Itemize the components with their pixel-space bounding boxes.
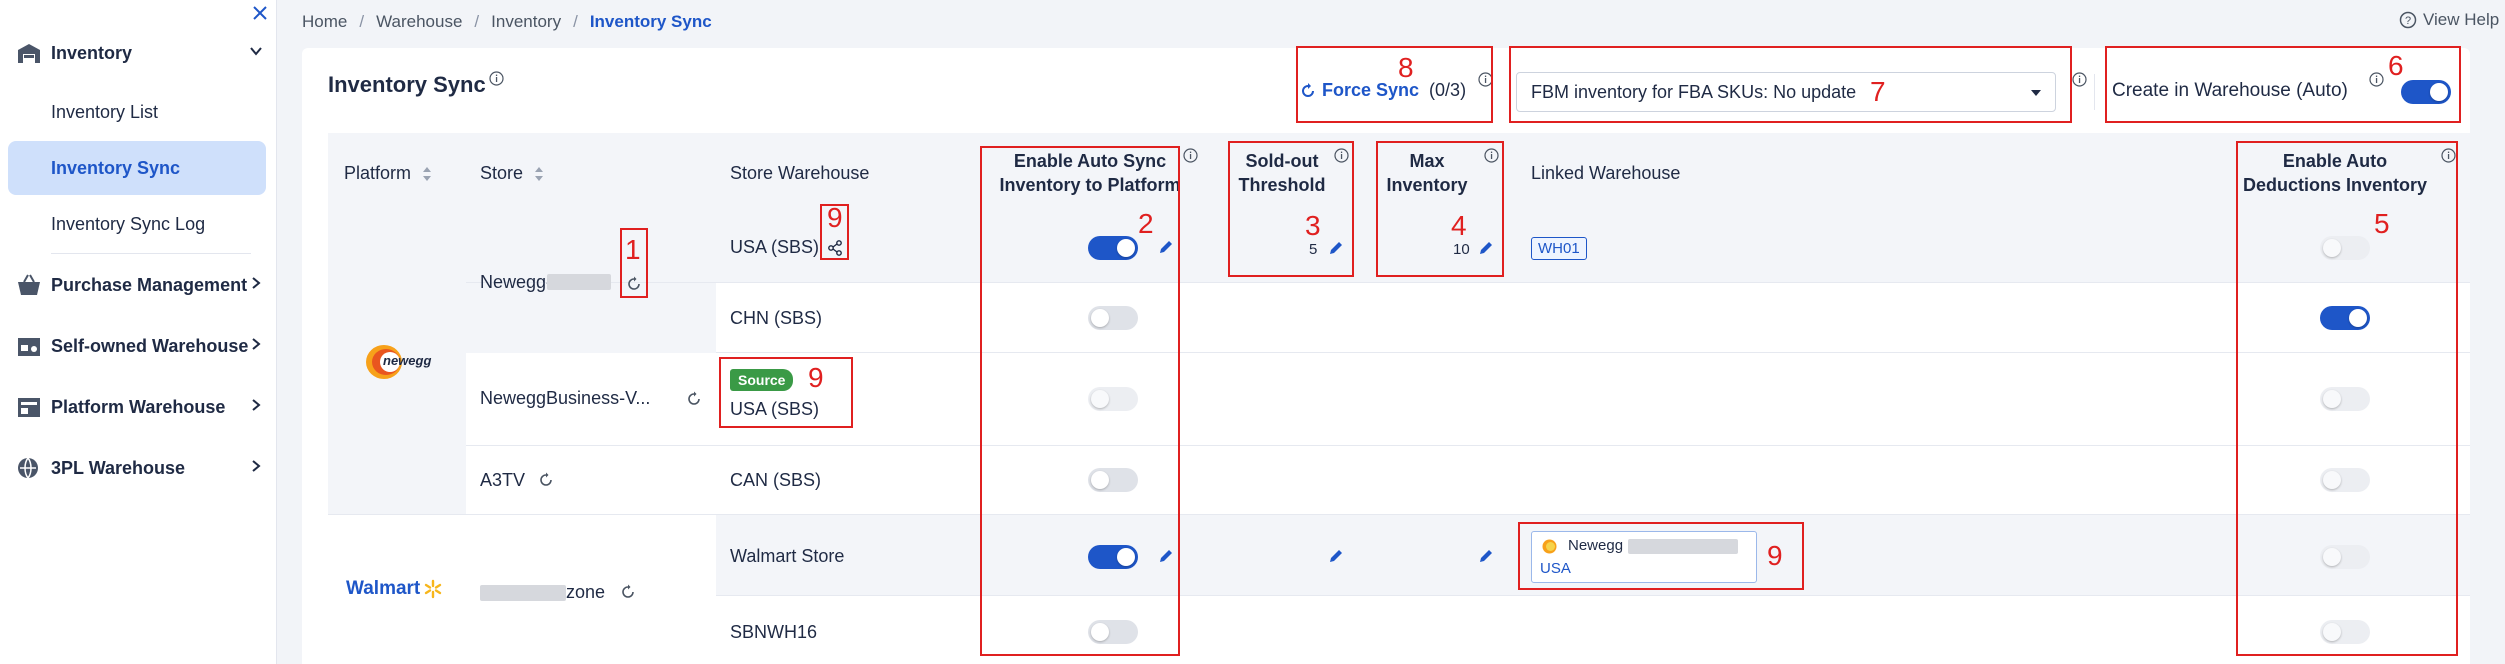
nav-group-purchase[interactable]: Purchase Management <box>0 260 277 310</box>
masked-text <box>480 585 566 601</box>
chevron-down-icon <box>250 47 262 56</box>
sort-icon[interactable] <box>534 166 544 182</box>
view-help-label: View Help <box>2423 10 2500 29</box>
info-icon[interactable] <box>2072 72 2087 87</box>
annotation-number: 8 <box>1398 52 1414 83</box>
refresh-icon[interactable] <box>538 472 554 488</box>
breadcrumb: Home / Warehouse / Inventory / Inventory… <box>302 12 712 32</box>
store-name: zone <box>566 582 606 602</box>
info-icon[interactable] <box>489 71 504 86</box>
nav-group-label: Inventory <box>51 42 133 63</box>
chevron-right-icon <box>252 399 261 411</box>
store-warehouse: Walmart Store <box>730 546 845 566</box>
divider <box>51 253 251 254</box>
info-icon[interactable] <box>1183 148 1198 163</box>
annotation-number: 9 <box>1767 540 1783 571</box>
annotation-number: 7 <box>1870 76 1886 107</box>
sidebar: Inventory Inventory List Inventory Sync … <box>0 0 277 664</box>
annotation-number: 3 <box>1305 210 1321 241</box>
breadcrumb-separator: / <box>474 12 480 31</box>
sidebar-item-inventory-sync-log[interactable]: Inventory Sync Log <box>8 197 266 251</box>
page-title: Inventory Sync <box>328 72 486 97</box>
view-help-link[interactable]: ? View Help <box>2399 10 2499 30</box>
nav-group-label: Purchase Management <box>51 274 248 295</box>
walmart-spark-icon <box>425 579 442 599</box>
annotation-box <box>1376 141 1504 277</box>
store-name: Newegg- <box>480 272 553 292</box>
refresh-icon[interactable] <box>686 391 702 407</box>
breadcrumb-inventory[interactable]: Inventory <box>491 12 561 32</box>
chevron-right-icon <box>252 460 261 472</box>
annotation-number: 4 <box>1451 210 1467 241</box>
walmart-wordmark: Walmart <box>346 578 421 599</box>
store-icon <box>18 338 40 356</box>
nav-group-inventory[interactable]: Inventory <box>0 28 277 78</box>
store-warehouse: CHN (SBS) <box>730 308 823 328</box>
breadcrumb-current: Inventory Sync <box>589 12 712 31</box>
sidebar-item-inventory-sync[interactable]: Inventory Sync <box>8 141 266 195</box>
close-icon[interactable] <box>252 5 268 21</box>
globe-icon <box>18 457 38 479</box>
annotation-box <box>1228 141 1354 277</box>
annotation-number: 5 <box>2374 208 2390 239</box>
annotation-box <box>2105 46 2461 123</box>
sidebar-item-inventory-list[interactable]: Inventory List <box>8 85 266 139</box>
column-header-store-warehouse: Store Warehouse <box>730 163 870 183</box>
nav-group-3pl[interactable]: 3PL Warehouse <box>0 443 277 493</box>
breadcrumb-separator: / <box>573 12 578 31</box>
store-warehouse: SBNWH16 <box>730 622 818 642</box>
annotation-number: 6 <box>2388 50 2404 81</box>
masked-text <box>547 274 611 290</box>
breadcrumb-home[interactable]: Home <box>302 12 347 32</box>
annotation-number: 9 <box>827 202 843 233</box>
annotation-box <box>1296 46 1493 123</box>
chevron-right-icon <box>252 277 261 289</box>
store-warehouse: CAN (SBS) <box>730 470 822 490</box>
annotation-box <box>1518 522 1804 590</box>
edit-pencil-icon[interactable] <box>1478 548 1494 564</box>
divider <box>2094 74 2095 110</box>
nav-group-platform[interactable]: Platform Warehouse <box>0 382 277 432</box>
newegg-logo: newegg <box>356 342 436 382</box>
annotation-number: 2 <box>1138 208 1154 239</box>
chevron-right-icon <box>252 338 261 350</box>
breadcrumb-separator: / <box>359 12 365 31</box>
annotation-box <box>1509 46 2072 123</box>
nav-group-self-owned[interactable]: Self-owned Warehouse <box>0 321 277 371</box>
nav-group-label: Platform Warehouse <box>51 396 226 417</box>
svg-text:?: ? <box>2405 15 2411 27</box>
platform-icon <box>18 398 40 417</box>
store-name: A3TV <box>480 470 526 490</box>
store-warehouse: USA (SBS) <box>730 237 820 257</box>
annotation-number: 9 <box>808 362 824 393</box>
help-icon: ? <box>2399 11 2417 29</box>
store-name: NeweggBusiness-V... <box>480 388 651 408</box>
refresh-icon[interactable] <box>620 584 636 600</box>
newegg-wordmark: newegg <box>383 353 432 368</box>
warehouse-icon <box>18 44 40 63</box>
annotation-number: 1 <box>625 234 641 265</box>
nav-group-label: 3PL Warehouse <box>51 457 186 478</box>
column-header-platform[interactable]: Platform <box>344 161 432 185</box>
annotation-box <box>2236 141 2458 656</box>
column-header-linked-warehouse: Linked Warehouse <box>1531 163 1681 183</box>
sort-icon[interactable] <box>422 166 432 182</box>
column-header-store[interactable]: Store <box>480 161 544 185</box>
breadcrumb-warehouse[interactable]: Warehouse <box>376 12 462 32</box>
walmart-logo: Walmart <box>346 578 443 600</box>
nav-group-label: Self-owned Warehouse <box>51 335 249 356</box>
annotation-box <box>719 357 853 428</box>
basket-icon <box>18 274 40 295</box>
edit-pencil-icon[interactable] <box>1328 548 1344 564</box>
linked-warehouse-tag[interactable]: WH01 <box>1531 237 1587 260</box>
